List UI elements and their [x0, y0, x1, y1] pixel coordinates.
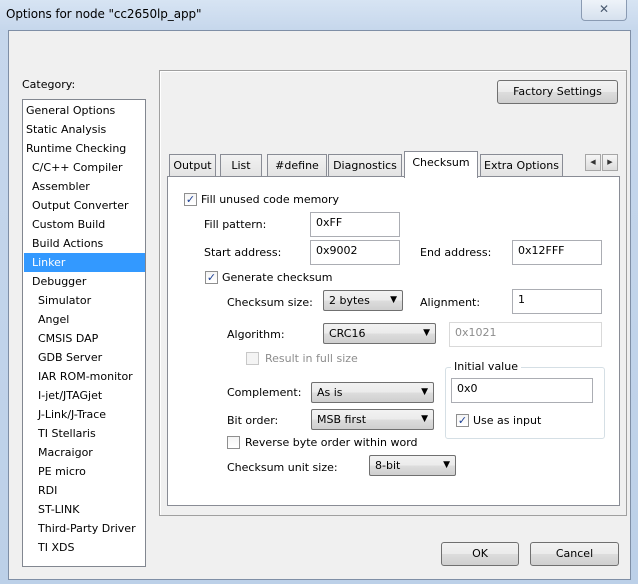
result-full-size-checkbox[interactable]	[246, 352, 259, 365]
category-item[interactable]: General Options	[24, 101, 145, 120]
bit-order-label: Bit order:	[227, 414, 279, 427]
generate-checksum-label: Generate checksum	[222, 271, 333, 284]
category-item[interactable]: Runtime Checking	[24, 139, 145, 158]
category-item[interactable]: RDI	[24, 481, 145, 500]
algorithm-label: Algorithm:	[227, 328, 285, 341]
tab-list[interactable]: List	[220, 154, 262, 176]
algorithm-value: CRC16	[329, 327, 366, 340]
algorithm-select[interactable]: CRC16 ▼	[323, 323, 436, 344]
bit-order-value: MSB first	[317, 413, 367, 426]
tab-scroll-arrows: ◀ ▶	[585, 154, 619, 172]
generate-checksum-checkbox[interactable]: ✓	[205, 271, 218, 284]
alignment-label: Alignment:	[420, 296, 481, 309]
fill-pattern-input[interactable]: 0xFF	[310, 212, 400, 237]
ok-button[interactable]: OK	[441, 542, 519, 566]
result-full-size-label: Result in full size	[265, 352, 358, 365]
chevron-left-icon: ◀	[590, 158, 596, 166]
fill-unused-label: Fill unused code memory	[201, 193, 340, 206]
category-label: Category:	[22, 78, 76, 91]
use-as-input-label: Use as input	[473, 414, 542, 427]
chevron-down-icon: ▼	[423, 328, 430, 338]
chevron-right-icon: ▶	[607, 158, 613, 166]
unit-size-label: Checksum unit size:	[227, 461, 338, 474]
category-item[interactable]: Assembler	[24, 177, 145, 196]
unit-size-value: 8-bit	[375, 459, 401, 472]
tab-output[interactable]: Output	[169, 154, 216, 176]
chevron-down-icon: ▼	[421, 387, 428, 397]
initial-value-title: Initial value	[451, 360, 521, 373]
complement-label: Complement:	[227, 386, 302, 399]
category-item[interactable]: Linker	[24, 253, 145, 272]
initial-value-input[interactable]: 0x0	[451, 378, 593, 403]
checksum-size-value: 2 bytes	[329, 294, 370, 307]
category-item[interactable]: Output Converter	[24, 196, 145, 215]
checksum-size-label: Checksum size:	[227, 296, 313, 309]
tab-define[interactable]: #define	[267, 154, 327, 176]
category-item[interactable]: I-jet/JTAGjet	[24, 386, 145, 405]
chevron-down-icon: ▼	[390, 295, 397, 305]
checksum-size-select[interactable]: 2 bytes ▼	[323, 290, 403, 311]
cancel-button[interactable]: Cancel	[530, 542, 619, 566]
category-list[interactable]: General Options Static Analysis Runtime Ch…	[22, 99, 146, 567]
end-address-label: End address:	[420, 246, 492, 259]
chevron-down-icon: ▼	[421, 414, 428, 424]
checkmark-icon: ✓	[457, 414, 468, 427]
close-icon: ✕	[598, 2, 610, 16]
tab-diagnostics[interactable]: Diagnostics	[328, 154, 402, 176]
category-item[interactable]: Macraigor	[24, 443, 145, 462]
checkmark-icon: ✓	[206, 271, 217, 284]
category-item[interactable]: Custom Build	[24, 215, 145, 234]
category-item[interactable]: J-Link/J-Trace	[24, 405, 145, 424]
bit-order-select[interactable]: MSB first ▼	[311, 409, 434, 430]
category-item[interactable]: C/C++ Compiler	[24, 158, 145, 177]
polynomial-input[interactable]: 0x1021	[449, 322, 602, 347]
end-address-input[interactable]: 0x12FFF	[512, 240, 602, 265]
category-item[interactable]: IAR ROM-monitor	[24, 367, 145, 386]
start-address-input[interactable]: 0x9002	[310, 240, 400, 265]
complement-select[interactable]: As is ▼	[311, 382, 434, 403]
fill-pattern-label: Fill pattern:	[204, 218, 267, 231]
reverse-byte-order-checkbox[interactable]	[227, 436, 240, 449]
use-as-input-checkbox[interactable]: ✓	[456, 414, 469, 427]
chevron-down-icon: ▼	[443, 460, 450, 470]
category-item[interactable]: TI XDS	[24, 538, 145, 557]
close-button[interactable]: ✕	[581, 0, 627, 21]
complement-value: As is	[317, 386, 343, 399]
window-title: Options for node "cc2650lp_app"	[6, 7, 202, 21]
start-address-label: Start address:	[204, 246, 282, 259]
category-item[interactable]: Third-Party Driver	[24, 519, 145, 538]
unit-size-select[interactable]: 8-bit ▼	[369, 455, 456, 476]
category-item[interactable]: TI Stellaris	[24, 424, 145, 443]
tab-scroll-right-button[interactable]: ▶	[602, 154, 618, 171]
tab-checksum[interactable]: Checksum	[404, 151, 478, 178]
category-item[interactable]: CMSIS DAP	[24, 329, 145, 348]
category-item[interactable]: GDB Server	[24, 348, 145, 367]
category-item[interactable]: Angel	[24, 310, 145, 329]
tab-scroll-left-button[interactable]: ◀	[585, 154, 601, 171]
alignment-input[interactable]: 1	[512, 289, 602, 314]
category-item[interactable]: Debugger	[24, 272, 145, 291]
tab-extra-options[interactable]: Extra Options	[480, 154, 563, 176]
checkmark-icon: ✓	[185, 193, 196, 206]
category-item[interactable]: Static Analysis	[24, 120, 145, 139]
category-item[interactable]: Simulator	[24, 291, 145, 310]
reverse-byte-order-label: Reverse byte order within word	[245, 436, 418, 449]
category-item[interactable]: ST-LINK	[24, 500, 145, 519]
category-item[interactable]: Build Actions	[24, 234, 145, 253]
category-item[interactable]: PE micro	[24, 462, 145, 481]
fill-unused-checkbox[interactable]: ✓	[184, 193, 197, 206]
factory-settings-button[interactable]: Factory Settings	[497, 80, 618, 104]
